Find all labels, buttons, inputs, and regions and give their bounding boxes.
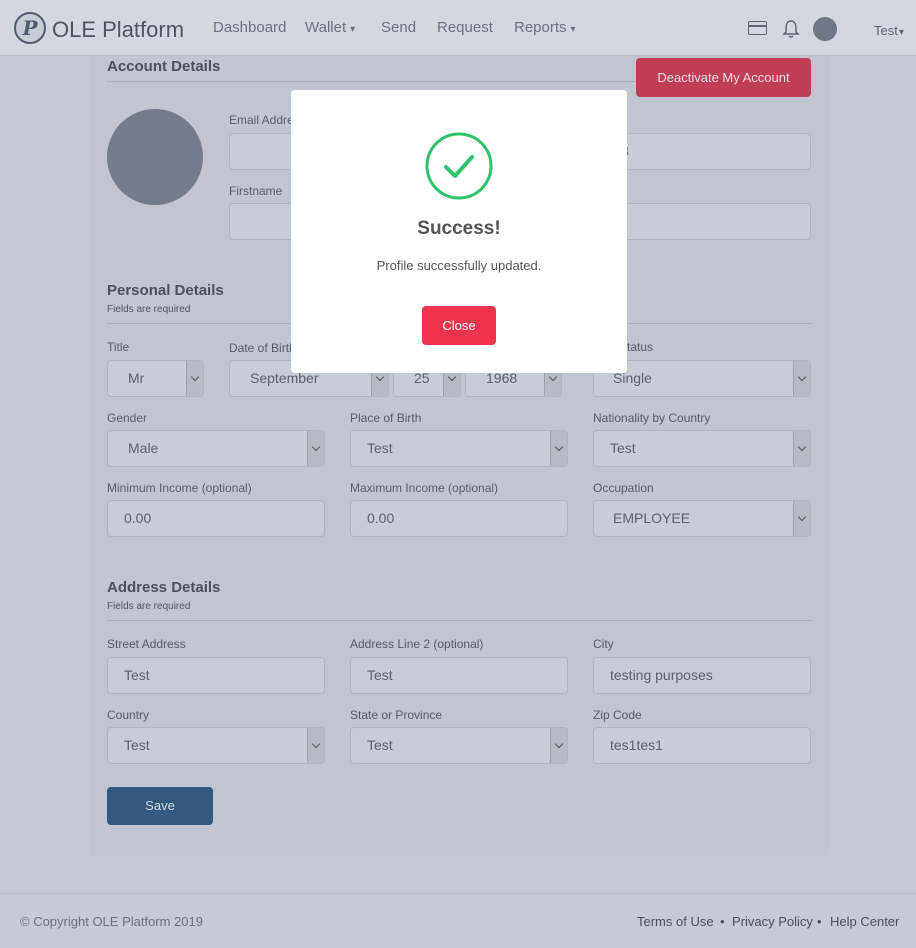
street-input[interactable]: Test	[107, 657, 325, 694]
pob-select[interactable]: Test	[350, 430, 568, 467]
copyright-text: © Copyright OLE Platform 2019	[20, 914, 203, 929]
nav-reports[interactable]: Reports ▾	[514, 19, 576, 36]
user-menu[interactable]: Test▾	[874, 23, 904, 38]
profile-avatar[interactable]	[107, 109, 203, 205]
logo-icon[interactable]: P	[14, 12, 46, 44]
chevron-down-icon	[793, 361, 810, 396]
city-input[interactable]: testing purposes	[593, 657, 811, 694]
separator-dot: •	[817, 914, 822, 929]
nav-dashboard[interactable]: Dashboard	[213, 19, 286, 36]
dob-label: Date of Birth	[229, 341, 296, 355]
caret-down-icon: ▾	[350, 24, 356, 35]
address-details-subtitle: Fields are required	[107, 601, 191, 612]
state-select[interactable]: Test	[350, 727, 568, 764]
privacy-link[interactable]: Privacy Policy	[732, 914, 813, 929]
firstname-label: Firstname	[229, 184, 283, 198]
nav-request[interactable]: Request	[437, 19, 493, 36]
gender-select[interactable]: Male	[107, 430, 325, 467]
personal-details-title: Personal Details	[107, 282, 224, 299]
nationality-label: Nationality by Country	[593, 411, 711, 425]
account-details-title: Account Details	[107, 58, 221, 75]
divider	[107, 81, 637, 82]
separator-dot: •	[720, 914, 725, 929]
deactivate-account-button[interactable]: Deactivate My Account	[636, 58, 811, 97]
nav-send[interactable]: Send	[381, 19, 416, 36]
terms-link[interactable]: Terms of Use	[637, 914, 714, 929]
address-line2-input[interactable]: Test	[350, 657, 568, 694]
zip-label: Zip Code	[593, 708, 642, 722]
min-income-input[interactable]: 0.00	[107, 500, 325, 537]
min-income-label: Minimum Income (optional)	[107, 481, 252, 495]
gender-label: Gender	[107, 411, 148, 425]
title-label: Title	[107, 340, 130, 354]
personal-details-subtitle: Fields are required	[107, 304, 191, 315]
footer: © Copyright OLE Platform 2019 Terms of U…	[0, 893, 916, 948]
occupation-label: Occupation	[593, 481, 654, 495]
occupation-select[interactable]: EMPLOYEE	[593, 500, 811, 537]
address-details-title: Address Details	[107, 579, 221, 596]
chevron-down-icon	[793, 501, 810, 536]
navbar: P OLE Platform Dashboard Wallet ▾ Send Re…	[0, 0, 916, 56]
chevron-down-icon	[186, 361, 203, 396]
title-select[interactable]: Mr	[107, 360, 204, 397]
caret-down-icon: ▾	[898, 27, 904, 38]
chevron-down-icon	[793, 431, 810, 466]
state-label: State or Province	[350, 708, 443, 722]
chevron-down-icon	[307, 431, 324, 466]
country-select[interactable]: Test	[107, 727, 325, 764]
max-income-input[interactable]: 0.00	[350, 500, 568, 537]
modal-title: Success!	[417, 218, 501, 239]
nav-wallet[interactable]: Wallet ▾	[305, 19, 355, 36]
caret-down-icon: ▾	[570, 24, 576, 35]
city-label: City	[593, 637, 614, 651]
divider	[107, 620, 811, 621]
close-button[interactable]: Close	[422, 306, 496, 345]
max-income-label: Maximum Income (optional)	[350, 481, 499, 495]
zip-input[interactable]: tes1tes1	[593, 727, 811, 764]
brand-name[interactable]: OLE Platform	[52, 17, 184, 43]
pob-label: Place of Birth	[350, 411, 422, 425]
modal-message: Profile successfully updated.	[376, 258, 542, 273]
success-modal: Success! Profile successfully updated. C…	[291, 90, 627, 373]
bell-icon[interactable]	[782, 19, 800, 39]
user-avatar[interactable]	[813, 17, 837, 41]
success-check-icon	[425, 132, 493, 200]
chevron-down-icon	[550, 728, 567, 763]
street-label: Street Address	[107, 637, 186, 651]
chevron-down-icon	[550, 431, 567, 466]
address-line2-label: Address Line 2 (optional)	[350, 637, 484, 651]
save-button[interactable]: Save	[107, 787, 213, 825]
nationality-select[interactable]: Test	[593, 430, 811, 467]
credit-card-icon[interactable]	[748, 21, 767, 35]
country-label: Country	[107, 708, 150, 722]
help-link[interactable]: Help Center	[830, 914, 899, 929]
chevron-down-icon	[307, 728, 324, 763]
